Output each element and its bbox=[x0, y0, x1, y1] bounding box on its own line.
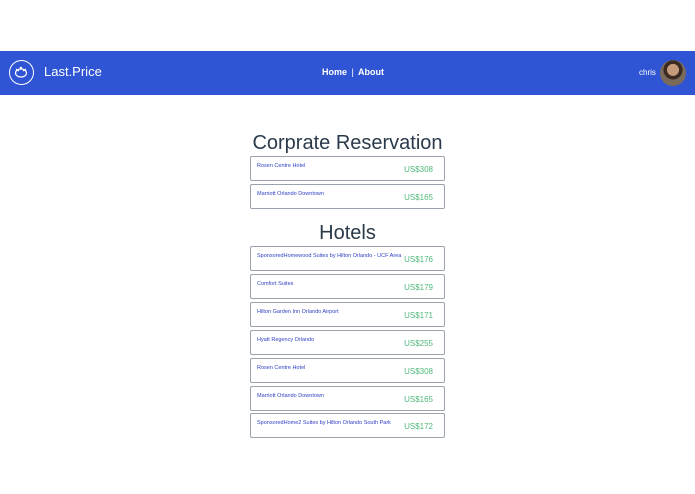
hotel-name: Hilton Garden Inn Orlando Airport bbox=[257, 309, 339, 315]
hotel-price: US$165 bbox=[404, 193, 433, 202]
hotel-name: Marriott Orlando Downtown bbox=[257, 393, 324, 399]
hotel-price: US$179 bbox=[404, 283, 433, 292]
avatar[interactable] bbox=[660, 60, 686, 86]
hotel-card[interactable]: Marriott Orlando Downtown US$165 bbox=[250, 386, 445, 411]
hotel-name: Hyatt Regency Orlando bbox=[257, 337, 315, 343]
user-name[interactable]: chris bbox=[639, 68, 656, 77]
hotel-price: US$172 bbox=[404, 422, 433, 431]
hotels-title: Hotels bbox=[319, 222, 376, 244]
hotel-card[interactable]: SponsoredHome2 Suites by Hilton Orlando … bbox=[250, 413, 445, 438]
hotel-name: SponsoredHomewood Suites by Hilton Orlan… bbox=[257, 253, 402, 259]
hotel-price: US$255 bbox=[404, 339, 433, 348]
hotel-price: US$165 bbox=[404, 395, 433, 404]
top-navbar: Last.Price Home | About chris bbox=[0, 51, 695, 95]
hotel-card[interactable]: Rosen Centre Hotel US$308 bbox=[250, 358, 445, 383]
hotel-price: US$308 bbox=[404, 367, 433, 376]
corporate-hotel-card[interactable]: Rosen Centre Hotel US$308 bbox=[250, 156, 445, 181]
nav-separator: | bbox=[351, 67, 354, 77]
hotel-price: US$176 bbox=[404, 255, 433, 264]
nav-home-link[interactable]: Home bbox=[322, 67, 347, 77]
hotel-name: Rosen Centre Hotel bbox=[257, 163, 306, 169]
hotel-name: Comfort Suites bbox=[257, 281, 294, 287]
hotel-card[interactable]: Hilton Garden Inn Orlando Airport US$171 bbox=[250, 302, 445, 327]
hotel-card[interactable]: SponsoredHomewood Suites by Hilton Orlan… bbox=[250, 246, 445, 271]
hotel-name: SponsoredHome2 Suites by Hilton Orlando … bbox=[257, 420, 391, 426]
hotel-price: US$171 bbox=[404, 311, 433, 320]
hotel-card[interactable]: Hyatt Regency Orlando US$255 bbox=[250, 330, 445, 355]
hotel-name: Marriott Orlando Downtown bbox=[257, 191, 324, 197]
brand-name[interactable]: Last.Price bbox=[44, 64, 102, 79]
nav-links: Home | About bbox=[322, 67, 384, 77]
hotel-card[interactable]: Comfort Suites US$179 bbox=[250, 274, 445, 299]
hotel-price: US$308 bbox=[404, 165, 433, 174]
corporate-hotel-card[interactable]: Marriott Orlando Downtown US$165 bbox=[250, 184, 445, 209]
piggy-bank-icon[interactable] bbox=[9, 60, 34, 85]
nav-about-link[interactable]: About bbox=[358, 67, 384, 77]
corporate-reservation-title: Corprate Reservation bbox=[252, 132, 443, 154]
hotel-name: Rosen Centre Hotel bbox=[257, 365, 306, 371]
